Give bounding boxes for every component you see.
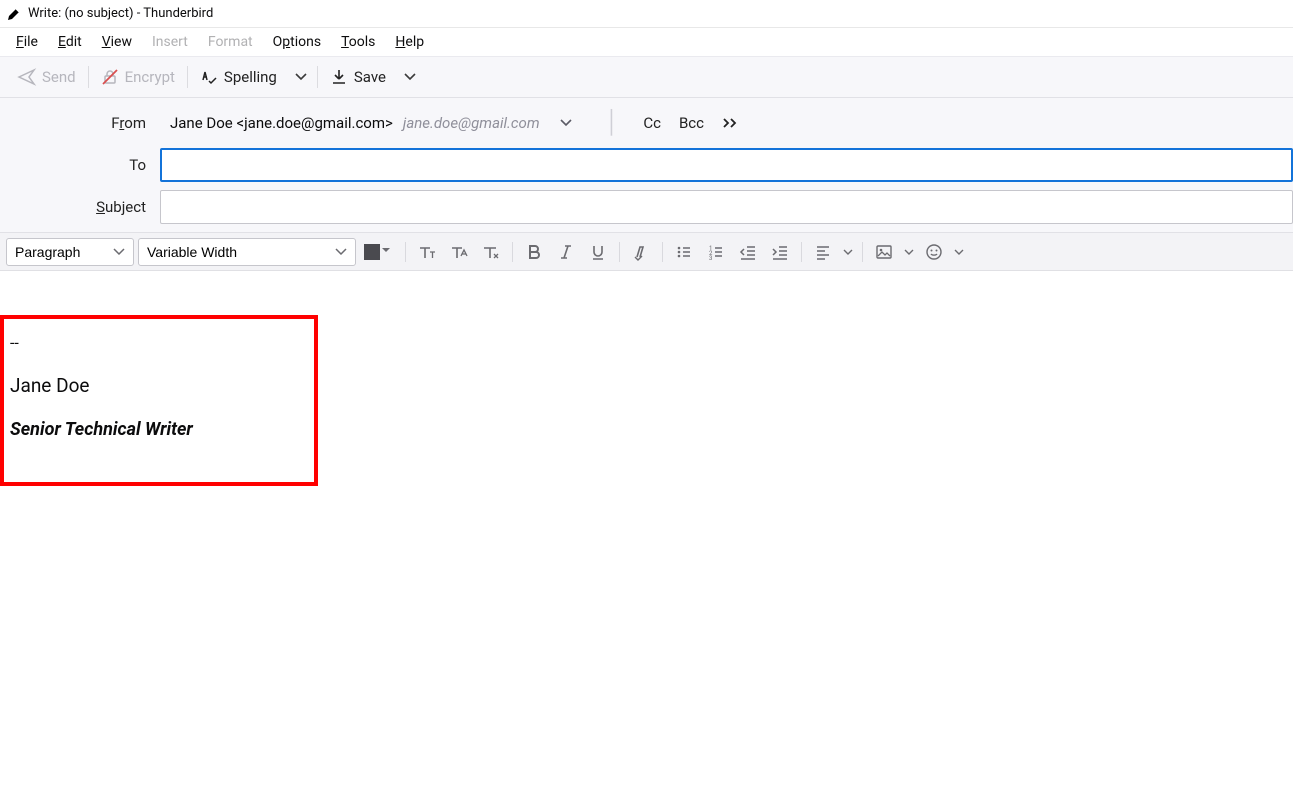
divider: │ — [592, 112, 634, 134]
outdent-button[interactable] — [734, 238, 762, 266]
from-row: From Jane Doe <jane.doe@gmail.com> jane.… — [0, 102, 1293, 144]
font-size-decrease-button[interactable] — [413, 238, 441, 266]
lock-slash-icon — [101, 68, 119, 86]
compose-body[interactable]: -- Jane Doe Senior Technical Writer — [0, 271, 1293, 811]
to-row: To — [0, 144, 1293, 186]
bullet-list-icon — [675, 243, 693, 261]
more-recipients-button[interactable] — [722, 117, 740, 129]
eraser-format-icon — [632, 243, 650, 261]
signature-separator: -- — [10, 333, 308, 352]
to-input[interactable] — [160, 148, 1293, 182]
remove-formatting-button[interactable] — [627, 238, 655, 266]
recipient-type-buttons: Cc Bcc — [643, 114, 740, 132]
send-icon — [18, 68, 36, 86]
save-dropdown[interactable] — [396, 67, 424, 87]
align-button[interactable] — [809, 238, 837, 266]
underline-icon — [589, 243, 607, 261]
cc-button[interactable]: Cc — [643, 114, 661, 132]
spelling-button[interactable]: Spelling — [190, 62, 287, 92]
compose-icon — [6, 6, 22, 22]
indent-button[interactable] — [766, 238, 794, 266]
italic-button[interactable] — [552, 238, 580, 266]
menu-help[interactable]: Help — [385, 30, 434, 54]
menu-options[interactable]: Options — [263, 30, 331, 54]
align-left-icon — [814, 243, 832, 261]
svg-text:3: 3 — [709, 255, 712, 262]
insert-emoji-dropdown[interactable] — [952, 249, 966, 255]
insert-image-dropdown[interactable] — [902, 249, 916, 255]
signature-block-highlight: -- Jane Doe Senior Technical Writer — [0, 315, 318, 486]
menu-format: Format — [198, 30, 263, 54]
bold-button[interactable] — [520, 238, 548, 266]
menu-edit[interactable]: Edit — [48, 30, 92, 54]
menu-insert: Insert — [142, 30, 198, 54]
italic-icon — [557, 243, 575, 261]
toolbar-separator — [88, 66, 89, 88]
chevron-down-icon — [843, 249, 853, 255]
from-account-hint: jane.doe@gmail.com — [403, 114, 540, 132]
from-identity[interactable]: Jane Doe <jane.doe@gmail.com> — [170, 114, 393, 132]
address-header: From Jane Doe <jane.doe@gmail.com> jane.… — [0, 98, 1293, 233]
indent-icon — [771, 243, 789, 261]
paragraph-style-select[interactable]: Paragraph — [6, 238, 134, 266]
subject-input[interactable] — [160, 190, 1293, 224]
font-larger-icon — [449, 242, 469, 262]
download-icon — [330, 68, 348, 86]
signature-title: Senior Technical Writer — [10, 419, 308, 440]
toolbar-separator — [317, 66, 318, 88]
outdent-icon — [739, 243, 757, 261]
smiley-icon — [925, 243, 943, 261]
numbered-list-icon: 123 — [707, 243, 725, 261]
format-toolbar: Paragraph Variable Width 123 — [0, 233, 1293, 271]
spelling-dropdown[interactable] — [287, 67, 315, 87]
subject-label: Subject — [0, 198, 160, 216]
menu-file[interactable]: File — [6, 30, 48, 54]
subject-row: Subject — [0, 186, 1293, 228]
divider — [801, 242, 802, 262]
chevron-down-icon — [904, 249, 914, 255]
save-button[interactable]: Save — [320, 62, 396, 92]
text-color-swatch[interactable] — [364, 244, 380, 260]
window-titlebar: Write: (no subject) - Thunderbird — [0, 0, 1293, 28]
underline-button[interactable] — [584, 238, 612, 266]
chevron-down-icon — [560, 119, 572, 127]
bcc-button[interactable]: Bcc — [679, 114, 704, 132]
encrypt-button[interactable]: Encrypt — [91, 62, 185, 92]
remove-text-styling-button[interactable] — [477, 238, 505, 266]
insert-image-button[interactable] — [870, 238, 898, 266]
menu-view[interactable]: View — [92, 30, 142, 54]
bold-icon — [525, 243, 543, 261]
menu-tools[interactable]: Tools — [331, 30, 385, 54]
double-chevron-right-icon — [722, 117, 740, 129]
signature-name: Jane Doe — [10, 374, 308, 397]
send-button[interactable]: Send — [8, 62, 86, 92]
align-dropdown[interactable] — [841, 249, 855, 255]
bullet-list-button[interactable] — [670, 238, 698, 266]
clear-format-icon — [481, 242, 501, 262]
divider — [662, 242, 663, 262]
divider — [862, 242, 863, 262]
toolbar-separator — [187, 66, 188, 88]
chevron-down-icon — [295, 73, 307, 81]
divider — [405, 242, 406, 262]
image-icon — [875, 243, 893, 261]
from-dropdown[interactable] — [550, 119, 582, 127]
chevron-down-icon — [954, 249, 964, 255]
from-label: From — [0, 114, 160, 132]
chevron-down-icon — [404, 73, 416, 81]
divider — [512, 242, 513, 262]
to-label: To — [0, 156, 160, 174]
font-family-select[interactable]: Variable Width — [138, 238, 356, 266]
divider — [619, 242, 620, 262]
font-size-increase-button[interactable] — [445, 238, 473, 266]
main-toolbar: Send Encrypt Spelling Save — [0, 56, 1293, 98]
window-title: Write: (no subject) - Thunderbird — [28, 6, 213, 21]
font-smaller-icon — [417, 242, 437, 262]
menubar: File Edit View Insert Format Options Too… — [0, 28, 1293, 56]
numbered-list-button[interactable]: 123 — [702, 238, 730, 266]
from-value-group: Jane Doe <jane.doe@gmail.com> jane.doe@g… — [160, 112, 740, 134]
insert-emoji-button[interactable] — [920, 238, 948, 266]
spellcheck-icon — [200, 68, 218, 86]
